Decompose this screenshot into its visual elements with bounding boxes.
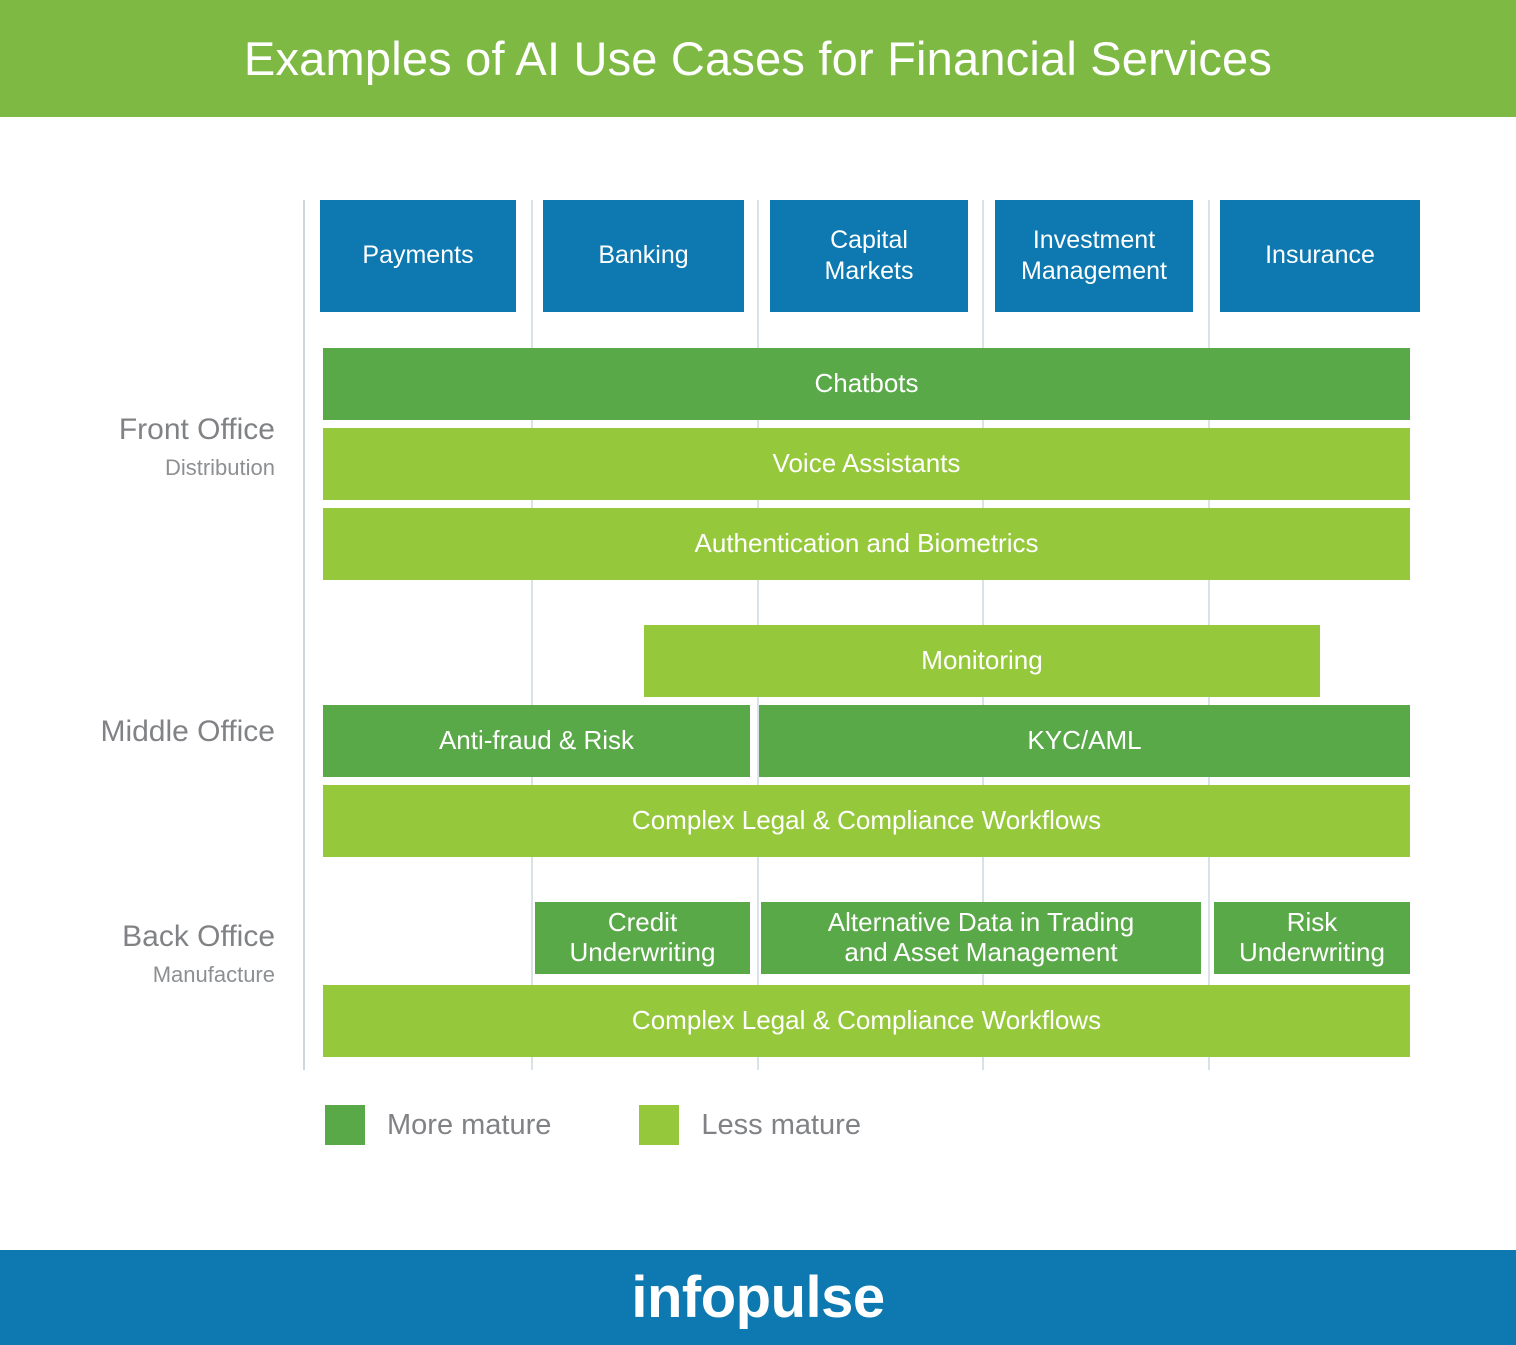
bar-complex-legal-compliance-workflows[interactable]: Complex Legal & Compliance Workflows: [323, 985, 1410, 1057]
row-label-front-office: Front Office Distribution: [0, 413, 275, 480]
bar-alternative-data-in-trading-and-asset-management[interactable]: Alternative Data in Trading and Asset Man…: [761, 902, 1201, 974]
legend-swatch-less-mature-icon: [639, 1105, 680, 1145]
column-header-insurance[interactable]: Insurance: [1220, 200, 1420, 312]
row-label-subtitle: Distribution: [164, 455, 275, 480]
column-header-investment-management[interactable]: Investment Management: [995, 200, 1193, 312]
column-header-capital-markets[interactable]: Capital Markets: [770, 200, 968, 312]
row-label-middle-office: Middle Office: [0, 715, 275, 748]
legend-swatch-more-mature-icon: [325, 1105, 365, 1145]
row-label-title: Front Office: [118, 413, 275, 446]
grid-divider-1: [531, 200, 533, 1070]
vertical-axis-line: [303, 200, 305, 1070]
bar-credit-underwriting[interactable]: Credit Underwriting: [535, 902, 750, 974]
row-label-title: Middle Office: [100, 715, 275, 748]
row-label-back-office: Back Office Manufacture: [0, 920, 275, 987]
legend-item-more-mature: More mature: [325, 1105, 551, 1145]
row-label-subtitle: Manufacture: [152, 962, 275, 987]
legend-item-less-mature: Less mature: [639, 1105, 861, 1145]
legend-label-more-mature: More mature: [387, 1108, 552, 1141]
infopulse-logo: infopulse: [631, 1265, 885, 1330]
title-banner: Examples of AI Use Cases for Financial S…: [0, 0, 1516, 117]
bar-risk-underwriting[interactable]: Risk Underwriting: [1214, 902, 1410, 974]
page-title: Examples of AI Use Cases for Financial S…: [243, 32, 1273, 85]
bar-chatbots[interactable]: Chatbots: [323, 348, 1410, 420]
bar-anti-fraud-risk[interactable]: Anti-fraud & Risk: [323, 705, 750, 777]
legend-label-less-mature: Less mature: [701, 1108, 861, 1141]
column-header-banking[interactable]: Banking: [543, 200, 744, 312]
bar-authentication-and-biometrics[interactable]: Authentication and Biometrics: [323, 508, 1410, 580]
column-header-payments[interactable]: Payments: [320, 200, 516, 312]
bar-voice-assistants[interactable]: Voice Assistants: [323, 428, 1410, 500]
chart-area: Payments Banking Capital Markets Investment M…: [0, 117, 1516, 1250]
legend: More mature Less mature: [325, 1105, 861, 1145]
footer-bar: infopulse: [0, 1250, 1516, 1345]
bar-monitoring[interactable]: Monitoring: [644, 625, 1320, 697]
bar-kyc-aml[interactable]: KYC/AML: [759, 705, 1410, 777]
bar-complex-legal-compliance-workflows[interactable]: Complex Legal & Compliance Workflows: [323, 785, 1410, 857]
row-label-title: Back Office: [122, 920, 275, 953]
